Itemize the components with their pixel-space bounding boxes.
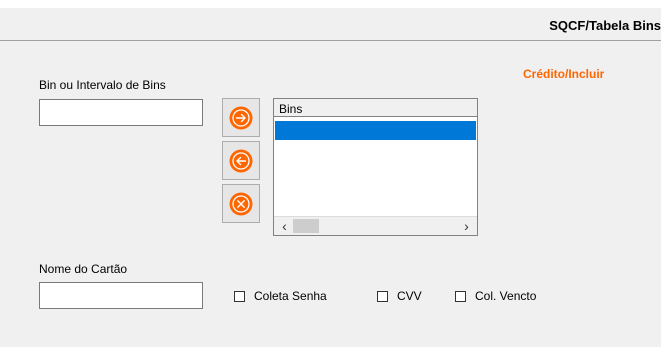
screen-header: SQCF/Tabela Bins xyxy=(0,8,661,41)
scroll-left-icon[interactable]: ‹ xyxy=(276,217,293,235)
top-band xyxy=(0,0,661,8)
cvv-checkbox[interactable]: CVV xyxy=(377,289,422,303)
clear-bins-button[interactable] xyxy=(222,184,260,223)
remove-bin-button[interactable] xyxy=(222,141,260,180)
bin-field-label: Bin ou Intervalo de Bins xyxy=(39,78,166,92)
checkbox-box[interactable] xyxy=(455,290,466,302)
selected-row[interactable] xyxy=(275,121,476,140)
card-name-label: Nome do Cartão xyxy=(39,262,128,276)
checkbox-label: Col. Vencto xyxy=(475,289,537,303)
add-bin-button[interactable] xyxy=(222,98,260,137)
bin-input[interactable] xyxy=(39,99,203,126)
mode-label: Crédito/Incluir xyxy=(523,67,605,81)
checkbox-label: CVV xyxy=(397,289,422,303)
screen-title: SQCF/Tabela Bins xyxy=(549,18,661,33)
checkbox-label: Coleta Senha xyxy=(254,289,327,303)
arrow-right-circle-icon xyxy=(229,106,253,129)
col-vencto-checkbox[interactable]: Col. Vencto xyxy=(455,289,536,303)
checkbox-box[interactable] xyxy=(234,290,245,302)
card-name-input[interactable] xyxy=(39,282,203,309)
horizontal-scrollbar[interactable]: ‹ › xyxy=(274,216,477,235)
bins-column-header: Bins xyxy=(274,99,477,117)
x-circle-icon xyxy=(229,192,253,215)
coleta-senha-checkbox[interactable]: Coleta Senha xyxy=(234,289,327,303)
checkbox-box[interactable] xyxy=(377,290,388,302)
arrow-left-circle-icon xyxy=(229,149,253,172)
scroll-thumb[interactable] xyxy=(293,219,319,233)
scroll-right-icon[interactable]: › xyxy=(458,217,475,235)
bins-listbox[interactable]: Bins ‹ › xyxy=(273,98,478,236)
